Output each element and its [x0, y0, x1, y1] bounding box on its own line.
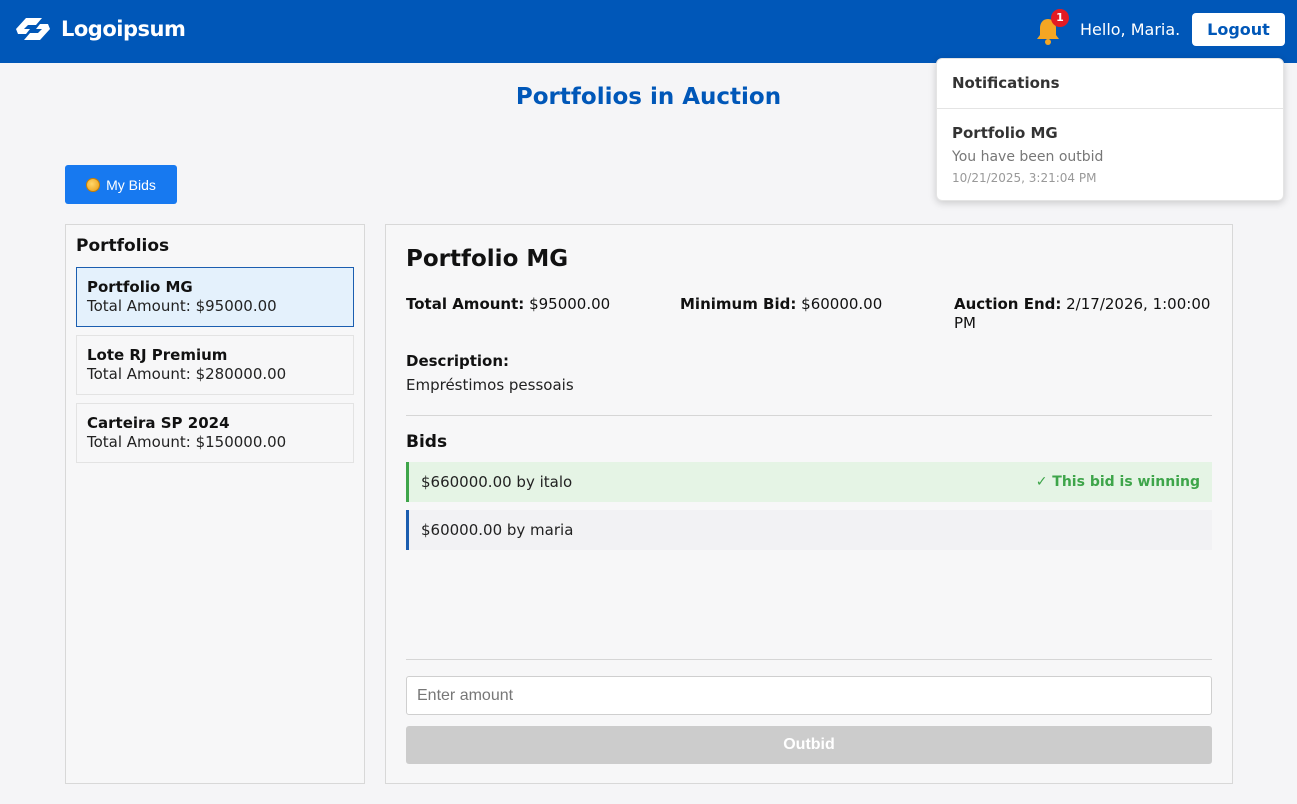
logo-icon: [16, 18, 50, 40]
minimum-bid-field: Minimum Bid: $60000.00: [680, 295, 940, 314]
total-amount-label: Total Amount:: [406, 295, 525, 313]
portfolio-amount: Total Amount: $95000.00: [87, 297, 277, 315]
notification-message: You have been outbid: [952, 149, 1104, 165]
bid-row-winning: $660000.00 by italo ✓ This bid is winnin…: [406, 462, 1212, 502]
logout-button[interactable]: Logout: [1192, 13, 1285, 46]
bid-row: $60000.00 by maria: [406, 510, 1212, 550]
notifications-title: Notifications: [952, 74, 1060, 92]
notification-count-badge: 1: [1051, 9, 1069, 27]
bid-amount-input[interactable]: [406, 676, 1212, 715]
notification-time: 10/21/2025, 3:21:04 PM: [952, 171, 1097, 185]
divider: [406, 659, 1212, 660]
winning-badge: ✓ This bid is winning: [1035, 474, 1200, 490]
auction-end-label: Auction End:: [954, 295, 1062, 313]
portfolio-title: Portfolio MG: [406, 246, 569, 272]
portfolio-name: Portfolio MG: [87, 278, 193, 296]
portfolio-list-item[interactable]: Carteira SP 2024 Total Amount: $150000.0…: [76, 403, 354, 463]
minimum-bid-value: $60000.00: [801, 295, 883, 313]
portfolio-detail-panel: Portfolio MG Total Amount: $95000.00 Min…: [385, 224, 1233, 784]
outbid-button[interactable]: Outbid: [406, 726, 1212, 764]
portfolio-amount: Total Amount: $150000.00: [87, 433, 287, 451]
my-bids-label: My Bids: [106, 176, 156, 193]
notification-title: Portfolio MG: [952, 124, 1058, 142]
notification-item[interactable]: Portfolio MG You have been outbid 10/21/…: [937, 109, 1283, 201]
divider: [406, 415, 1212, 416]
bid-text: $660000.00 by italo: [421, 473, 573, 491]
portfolio-name: Lote RJ Premium: [87, 346, 228, 364]
total-amount-field: Total Amount: $95000.00: [406, 295, 666, 314]
notifications-dropdown: Notifications Portfolio MG You have been…: [936, 58, 1284, 201]
logo[interactable]: Logoipsum: [12, 14, 186, 44]
user-greeting: Hello, Maria.: [1080, 20, 1181, 39]
top-bar: Logoipsum 1 Hello, Maria. Logout: [0, 0, 1297, 63]
portfolio-list-item[interactable]: Lote RJ Premium Total Amount: $280000.00: [76, 335, 354, 395]
description-value: Empréstimos pessoais: [406, 376, 574, 394]
my-bids-button[interactable]: My Bids: [65, 165, 177, 204]
portfolio-amount: Total Amount: $280000.00: [87, 365, 287, 383]
bids-title: Bids: [406, 432, 448, 452]
portfolio-name: Carteira SP 2024: [87, 414, 230, 432]
auction-end-field: Auction End: 2/17/2026, 1:00:00 PM: [954, 295, 1216, 333]
minimum-bid-label: Minimum Bid:: [680, 295, 797, 313]
sidebar-title: Portfolios: [76, 236, 170, 256]
coin-icon: [86, 177, 101, 192]
bid-text: $60000.00 by maria: [421, 521, 574, 539]
description-label: Description:: [406, 352, 510, 370]
portfolio-list-item[interactable]: Portfolio MG Total Amount: $95000.00: [76, 267, 354, 327]
portfolio-sidebar: Portfolios Portfolio MG Total Amount: $9…: [65, 224, 365, 784]
brand-name: Logoipsum: [61, 17, 186, 41]
total-amount-value: $95000.00: [529, 295, 611, 313]
